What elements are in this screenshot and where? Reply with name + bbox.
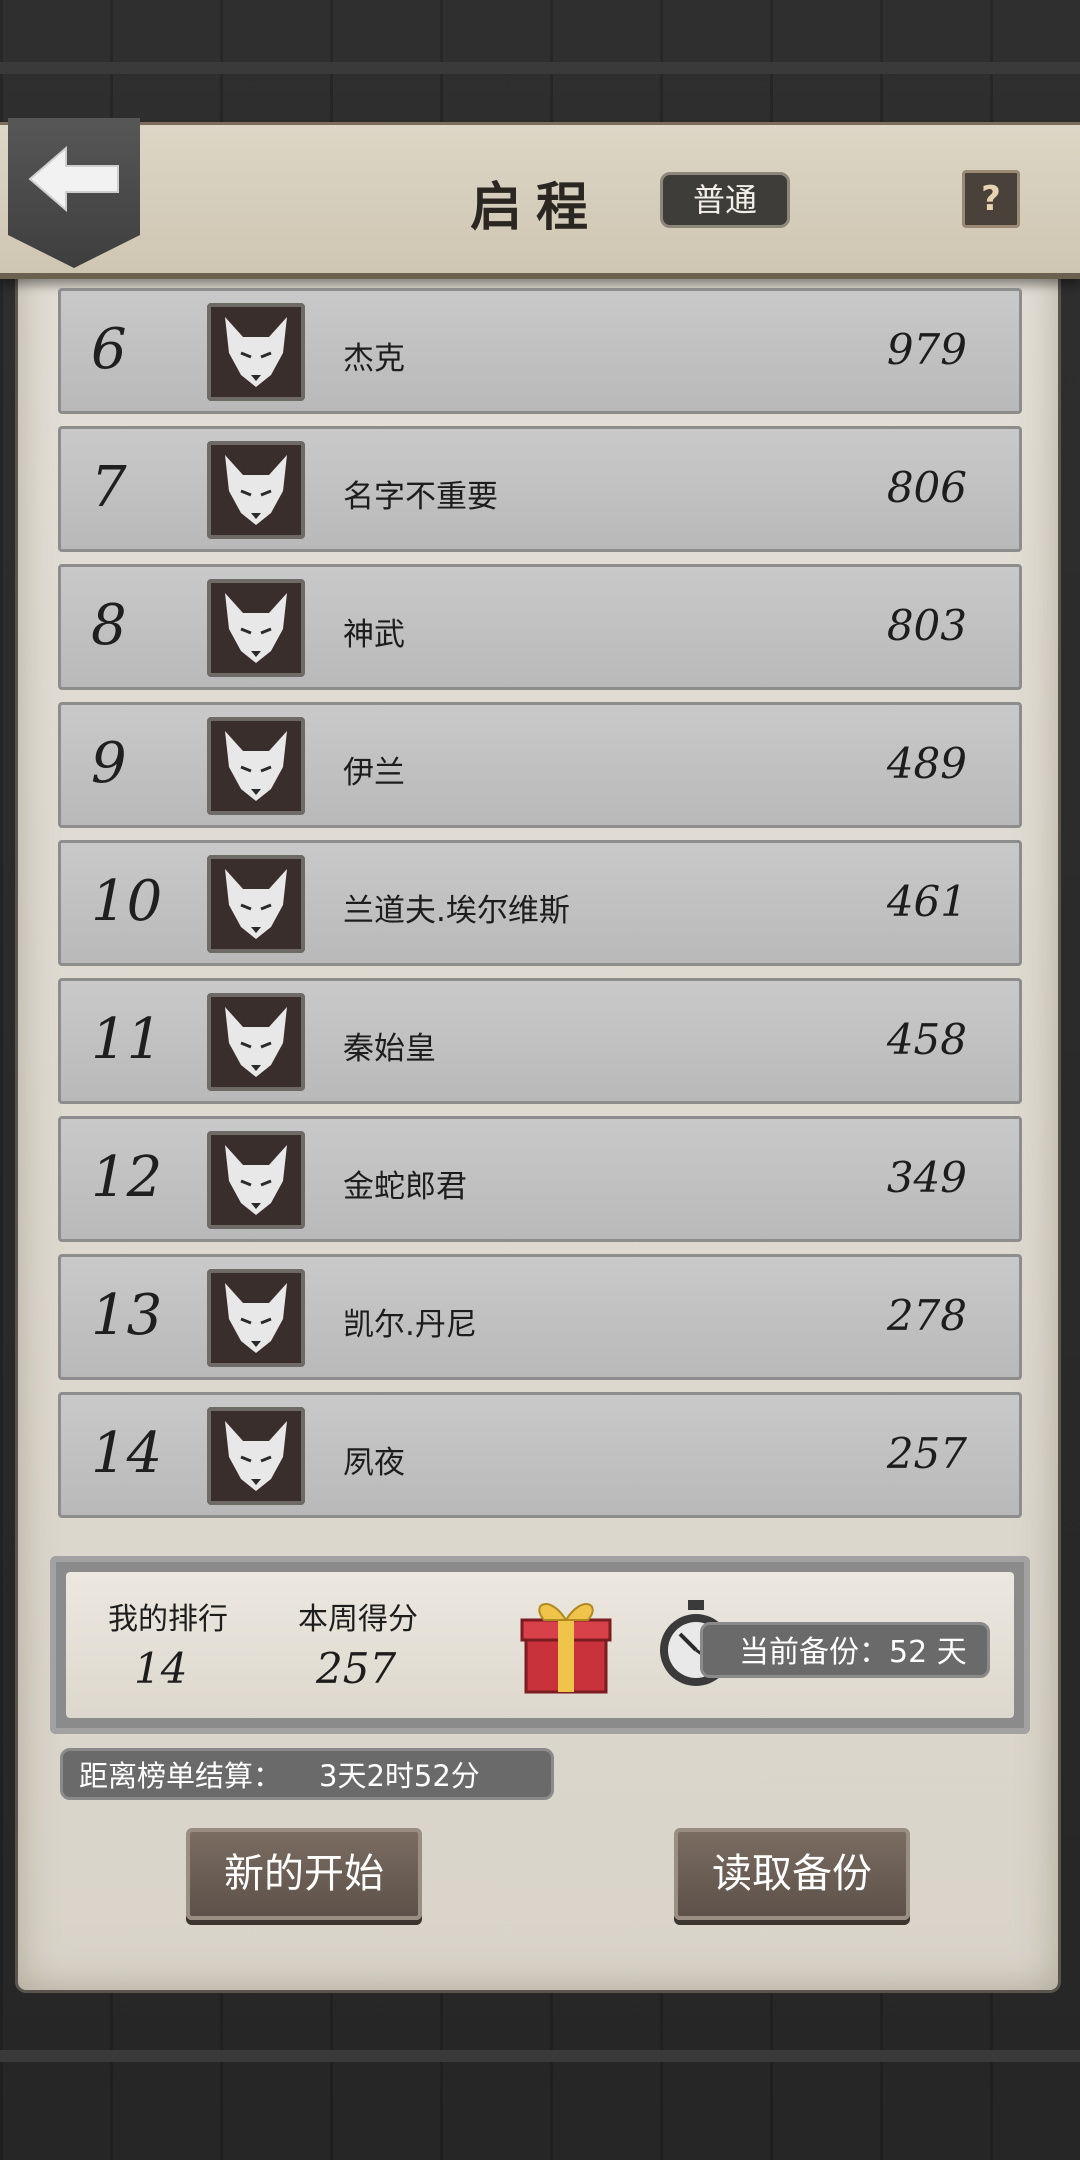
- leaderboard-row: 9 伊兰 489: [58, 702, 1022, 828]
- player-avatar: [207, 303, 305, 401]
- rank-number: 11: [91, 1007, 163, 1072]
- page-title: 启程: [470, 177, 603, 238]
- wolf-icon: [225, 1145, 287, 1215]
- player-avatar: [207, 993, 305, 1091]
- leaderboard-row: 13 凯尔.丹尼 278: [58, 1254, 1022, 1380]
- player-name: 金蛇郎君: [343, 1169, 467, 1205]
- player-name: 夙夜: [343, 1445, 405, 1481]
- player-avatar: [207, 855, 305, 953]
- weekly-score-value: 257: [316, 1644, 397, 1693]
- player-avatar: [207, 1407, 305, 1505]
- rank-number: 6: [91, 317, 127, 382]
- wolf-icon: [225, 317, 287, 387]
- countdown-label: 距离榜单结算：: [79, 1759, 283, 1793]
- player-score: 278: [886, 1291, 967, 1340]
- leaderboard-row: 8 神武 803: [58, 564, 1022, 690]
- player-score: 489: [886, 739, 967, 788]
- player-name: 凯尔.丹尼: [343, 1307, 477, 1343]
- wolf-icon: [225, 869, 287, 939]
- player-score: 979: [886, 325, 967, 374]
- wood-divider-bottom: [0, 2050, 1080, 2062]
- rank-number: 7: [91, 455, 127, 520]
- player-score: 458: [886, 1015, 967, 1064]
- leaderboard-row: 11 秦始皇 458: [58, 978, 1022, 1104]
- wolf-icon: [225, 455, 287, 525]
- player-avatar: [207, 579, 305, 677]
- player-name: 伊兰: [343, 755, 405, 791]
- leaderboard-row: 12 金蛇郎君 349: [58, 1116, 1022, 1242]
- my-rank-value: 14: [134, 1644, 188, 1693]
- player-avatar: [207, 1269, 305, 1367]
- player-score: 257: [886, 1429, 967, 1478]
- player-score: 349: [886, 1153, 967, 1202]
- settlement-countdown: 距离榜单结算： 3天2时52分: [60, 1748, 554, 1800]
- my-rank-label: 我的排行: [108, 1602, 228, 1637]
- wood-divider-top: [0, 62, 1080, 74]
- rank-number: 8: [91, 593, 127, 658]
- weekly-score-label: 本周得分: [298, 1602, 418, 1637]
- load-backup-button[interactable]: 读取备份: [674, 1828, 910, 1920]
- countdown-value: 3天2时52分: [319, 1759, 480, 1793]
- rank-number: 14: [91, 1421, 163, 1486]
- backup-days-indicator: 当前备份：52 天: [700, 1622, 990, 1678]
- wolf-icon: [225, 1007, 287, 1077]
- player-name: 兰道夫.埃尔维斯: [343, 893, 570, 929]
- player-name: 秦始皇: [343, 1031, 436, 1067]
- wolf-icon: [225, 1421, 287, 1491]
- player-avatar: [207, 717, 305, 815]
- player-name: 神武: [343, 617, 405, 653]
- player-avatar: [207, 441, 305, 539]
- leaderboard-row: 14 夙夜 257: [58, 1392, 1022, 1518]
- rank-number: 10: [91, 869, 163, 934]
- new-start-button[interactable]: 新的开始: [186, 1828, 422, 1920]
- rank-number: 12: [91, 1145, 163, 1210]
- gift-icon[interactable]: [520, 1590, 612, 1696]
- player-score: 461: [886, 877, 967, 926]
- wolf-icon: [225, 593, 287, 663]
- player-name: 名字不重要: [343, 479, 498, 515]
- player-score: 806: [886, 463, 967, 512]
- back-arrow-icon: [28, 145, 119, 213]
- leaderboard-list[interactable]: 6 杰克 979 7 名字不重要 806 8 神武 803 9 伊兰 489 1…: [58, 288, 1022, 1556]
- wolf-icon: [225, 1283, 287, 1353]
- help-button[interactable]: ?: [962, 170, 1020, 228]
- player-score: 803: [886, 601, 967, 650]
- difficulty-badge: 普通: [660, 172, 790, 228]
- wolf-icon: [225, 731, 287, 801]
- player-avatar: [207, 1131, 305, 1229]
- rank-number: 9: [91, 731, 127, 796]
- leaderboard-row: 6 杰克 979: [58, 288, 1022, 414]
- leaderboard-row: 10 兰道夫.埃尔维斯 461: [58, 840, 1022, 966]
- rank-number: 13: [91, 1283, 163, 1348]
- leaderboard-row: 7 名字不重要 806: [58, 426, 1022, 552]
- player-name: 杰克: [343, 341, 405, 377]
